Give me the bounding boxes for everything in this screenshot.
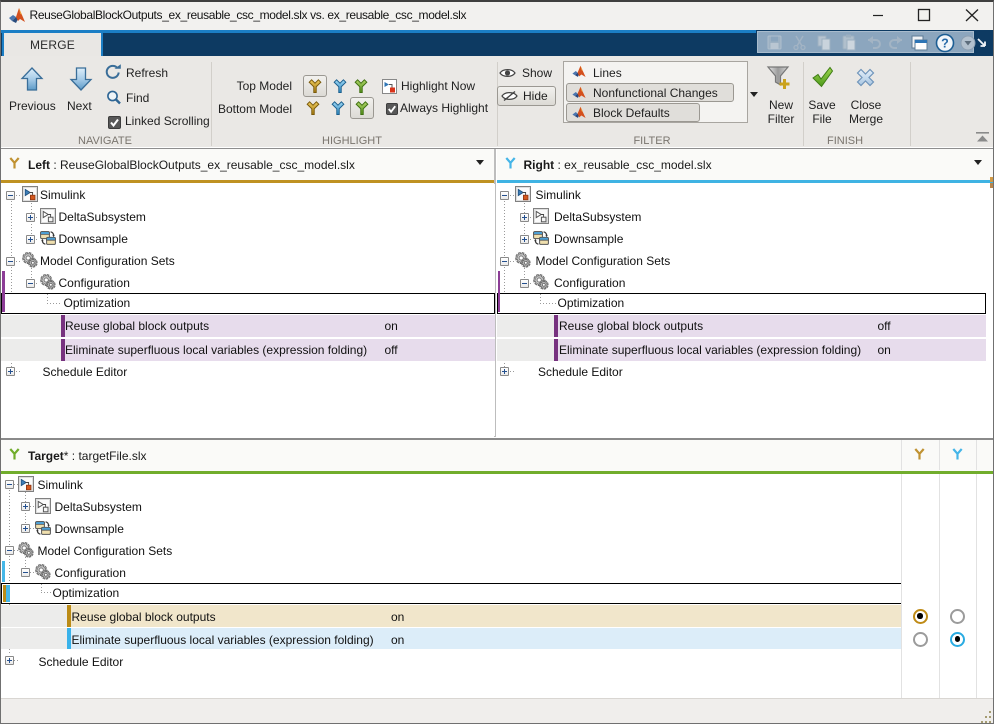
svg-text:?: ? (941, 37, 949, 51)
